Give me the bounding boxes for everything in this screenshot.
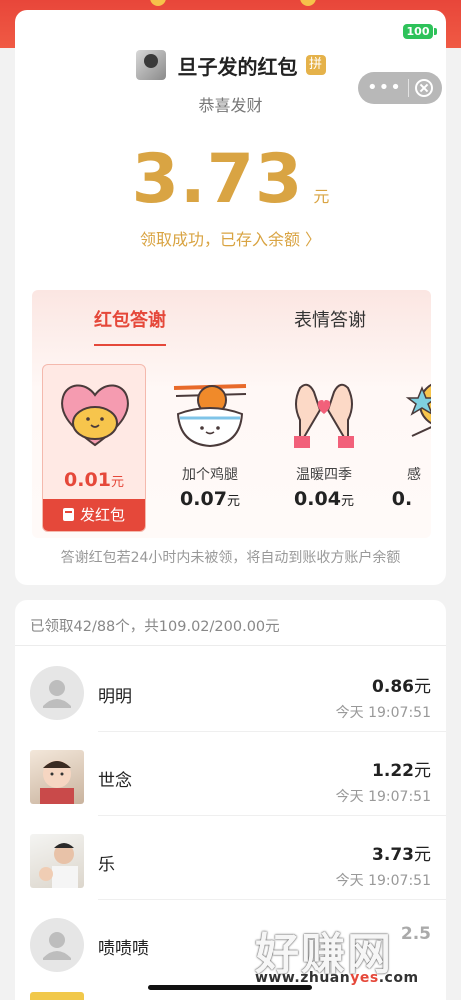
balance-link[interactable]: 领取成功，已存入余额 〉 [0, 226, 461, 250]
gift-option-thanks[interactable]: 感 0. [388, 364, 431, 532]
gift-price: 0. [391, 488, 413, 510]
claim-amount: 3.73元 [372, 845, 431, 865]
photo-avatar [30, 834, 84, 888]
gift-label: 感 [407, 467, 421, 483]
claim-row[interactable]: 世念 1.22元 今天 19:07:51 [15, 732, 446, 816]
claimer-name: 世念 [98, 771, 132, 791]
tab-red-packet-thanks[interactable]: 红包答谢 [94, 306, 166, 346]
thanks-notice: 答谢红包若24小时内未被领，将自动到账收方账户余额 [60, 550, 401, 566]
rice-bowl-icon [173, 384, 247, 448]
gift-option-heart[interactable]: 0.01元 发红包 [42, 364, 146, 532]
received-amount: 3.73 元 [0, 140, 461, 219]
claimer-name: 啧啧啧 [98, 939, 149, 959]
thanks-tabs: 红包答谢 表情答谢 [32, 306, 431, 346]
gift-option-drumstick[interactable]: 加个鸡腿 0.07元 [158, 364, 262, 532]
divider [15, 645, 446, 646]
red-packet-icon [62, 508, 74, 521]
amount-value: 3.73 [131, 140, 304, 219]
ornament-icon [150, 0, 166, 6]
default-avatar-icon [30, 918, 84, 972]
sender-name: 旦子发的红包 [177, 54, 298, 79]
gift-price: 0.07元 [180, 488, 240, 510]
baby-photo-avatar [30, 750, 84, 804]
gift-price: 0.01元 [64, 469, 124, 491]
claim-amount: 0.86元 [372, 677, 431, 697]
amount-unit: 元 [313, 187, 330, 206]
claimer-name: 明明 [98, 687, 132, 707]
home-indicator[interactable] [148, 985, 312, 990]
thanks-panel: 红包答谢 表情答谢 0.01元 发红包 加个鸡腿 0.07元 温暖四季 0.04… [32, 290, 431, 538]
send-red-packet-button[interactable]: 发红包 [43, 499, 145, 531]
claim-row[interactable]: 明明 0.86元 今天 19:07:51 [15, 648, 446, 732]
battery-indicator: 100 [403, 24, 437, 39]
blessing-text: 恭喜发财 [198, 96, 263, 115]
claim-time: 今天 19:07:51 [335, 789, 431, 805]
heart-hug-icon [61, 384, 129, 447]
claim-row[interactable]: 乐 3.73元 今天 19:07:51 [15, 816, 446, 900]
tab-sticker-thanks[interactable]: 表情答谢 [294, 306, 366, 332]
sender-header: 旦子发的红包 拼 [0, 50, 461, 80]
claim-time: 今天 19:07:51 [335, 873, 431, 889]
claimer-name: 乐 [98, 855, 115, 875]
sender-avatar[interactable] [135, 50, 166, 80]
group-packet-badge: 拼 [305, 55, 326, 75]
default-avatar-icon [30, 666, 84, 720]
ornament-icon [300, 0, 316, 6]
gift-label: 温暖四季 [296, 467, 352, 483]
star-icon [405, 383, 431, 437]
claim-summary: 已领取42/88个，共109.02/200.00元 [30, 619, 280, 635]
claim-time: 今天 19:07:51 [335, 705, 431, 721]
watermark-url: www.zhuanyes.com [255, 970, 419, 986]
site-watermark: 好赚网 www.zhuanyes.com [255, 918, 445, 990]
gift-label: 加个鸡腿 [182, 467, 238, 483]
claim-amount: 1.22元 [372, 761, 431, 781]
next-row-avatar [30, 992, 84, 1000]
heart-hands-icon [294, 383, 354, 448]
